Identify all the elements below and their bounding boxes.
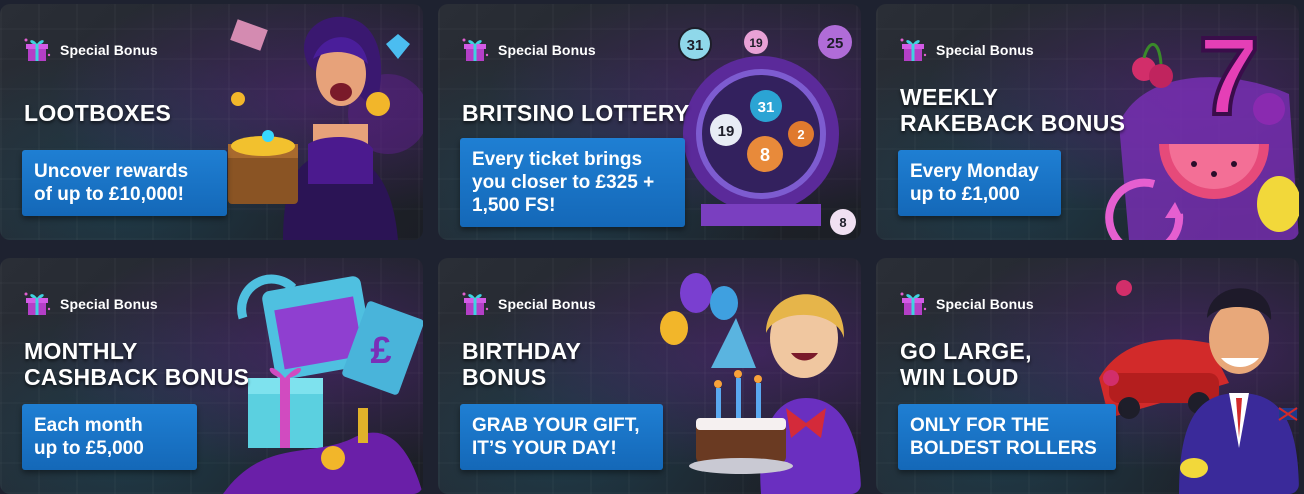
promo-title: BIRTHDAY BONUS — [462, 338, 581, 390]
badge-label: Special Bonus — [936, 42, 1034, 58]
gift-icon — [460, 289, 490, 319]
lottery-ball-label: 31 — [758, 99, 775, 116]
promo-text-box[interactable]: Uncover rewards of up to £10,000! — [22, 150, 227, 216]
promo-card-rakeback[interactable]: Special Bonus WEEKLY RAKEBACK BONUS Ever… — [876, 4, 1299, 240]
badge-label: Special Bonus — [60, 42, 158, 58]
badge-label: Special Bonus — [936, 296, 1034, 312]
promo-text-box[interactable]: ONLY FOR THE BOLDEST ROLLERS — [898, 404, 1116, 470]
lottery-ball-label: 25 — [827, 35, 844, 52]
promo-card-cashback[interactable]: Special Bonus MONTHLY CASHBACK BONUS Eac… — [0, 258, 423, 494]
gift-icon — [22, 35, 52, 65]
promo-title: BRITSINO LOTTERY — [462, 100, 690, 126]
promo-title-line: WEEKLY — [900, 84, 999, 110]
promo-title-line: BIRTHDAY — [462, 338, 582, 364]
lottery-ball-label: 8 — [839, 215, 846, 230]
currency-symbol: £ — [370, 330, 391, 372]
promo-card-high-roller[interactable]: Special Bonus GO LARGE, WIN LOUD ONLY FO… — [876, 258, 1299, 494]
gift-icon — [898, 289, 928, 319]
promo-title-line: LOOTBOXES — [24, 100, 172, 126]
promo-title-line: BONUS — [462, 364, 547, 390]
special-bonus-badge: Special Bonus — [460, 288, 596, 320]
high-roller-illustration — [1099, 258, 1299, 494]
lottery-ball-label: 19 — [718, 123, 735, 140]
promotions-grid: Special Bonus LOOTBOXES Uncover rewards … — [0, 0, 1304, 494]
promo-card-birthday[interactable]: Special Bonus BIRTHDAY BONUS GRAB YOUR G… — [438, 258, 861, 494]
promo-title: MONTHLY CASHBACK BONUS — [24, 338, 249, 390]
treasure-chest-girl-illustration — [213, 4, 423, 240]
promo-card-lottery[interactable]: Special Bonus BRITSINO LOTTERY Every tic… — [438, 4, 861, 240]
special-bonus-badge: Special Bonus — [460, 34, 596, 66]
lottery-ball-label: 31 — [687, 37, 704, 54]
badge-label: Special Bonus — [498, 296, 596, 312]
fruit-slot-illustration: 7 — [1099, 4, 1299, 240]
special-bonus-badge: Special Bonus — [898, 288, 1034, 320]
lottery-ball-label: 19 — [749, 36, 763, 50]
promo-text-box[interactable]: Each month up to £5,000 — [22, 404, 197, 470]
gift-icon — [460, 35, 490, 65]
promo-text-box[interactable]: GRAB YOUR GIFT, IT’S YOUR DAY! — [460, 404, 663, 470]
lottery-ball-label: 2 — [797, 127, 804, 142]
promo-text-box[interactable]: Every Monday up to £1,000 — [898, 150, 1061, 216]
calendar-gift-illustration: £ — [223, 258, 423, 494]
special-bonus-badge: Special Bonus — [898, 34, 1034, 66]
promo-text-box[interactable]: Every ticket brings you closer to £325 +… — [460, 138, 685, 227]
lucky-seven-label: 7 — [1198, 15, 1259, 138]
special-bonus-badge: Special Bonus — [22, 34, 158, 66]
promo-title-line: BRITSINO LOTTERY — [462, 100, 690, 126]
gift-icon — [22, 289, 52, 319]
promo-title: GO LARGE, WIN LOUD — [900, 338, 1032, 390]
promo-card-lootboxes[interactable]: Special Bonus LOOTBOXES Uncover rewards … — [0, 4, 423, 240]
lottery-machine-illustration: 19 31 8 2 31 19 25 8 — [661, 4, 861, 240]
badge-label: Special Bonus — [498, 42, 596, 58]
promo-title-line: MONTHLY — [24, 338, 138, 364]
promo-title-line: RAKEBACK BONUS — [900, 110, 1126, 136]
promo-title-line: CASHBACK BONUS — [24, 364, 250, 390]
promo-title: WEEKLY RAKEBACK BONUS — [900, 84, 1125, 136]
promo-title-line: WIN LOUD — [900, 364, 1019, 390]
lottery-ball-label: 8 — [760, 145, 770, 165]
special-bonus-badge: Special Bonus — [22, 288, 158, 320]
gift-icon — [898, 35, 928, 65]
birthday-cake-illustration — [656, 258, 861, 494]
badge-label: Special Bonus — [60, 296, 158, 312]
promo-title-line: GO LARGE, — [900, 338, 1032, 364]
promo-title: LOOTBOXES — [24, 100, 171, 126]
